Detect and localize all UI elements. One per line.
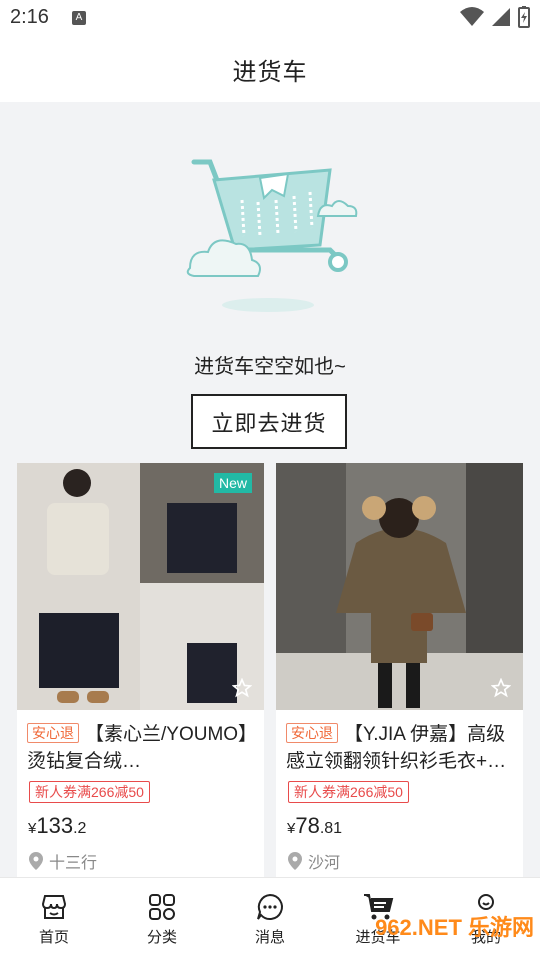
product-card[interactable]: New 安心退 【素心兰/YOUMO】烫钻复合绒… 新人券满266减50 ¥133… bbox=[17, 463, 264, 883]
location-pin-icon bbox=[288, 852, 302, 870]
location-pin-icon bbox=[29, 852, 43, 870]
tab-messages[interactable]: 消息 bbox=[216, 878, 324, 961]
notification-a-icon: A bbox=[72, 11, 86, 25]
product-image[interactable]: New bbox=[17, 463, 264, 710]
tab-label: 分类 bbox=[146, 929, 177, 946]
coupon-badge: 新人券满266减50 bbox=[29, 781, 150, 803]
category-icon bbox=[149, 894, 175, 920]
empty-cart-illustration-icon bbox=[186, 159, 358, 312]
product-image[interactable] bbox=[276, 463, 523, 710]
favorite-star-icon[interactable] bbox=[232, 678, 252, 698]
battery-icon bbox=[518, 6, 530, 28]
product-card[interactable]: 安心退 【Y.JIA 伊嘉】高级感立领翻领针织衫毛衣+… 新人券满266减50 ¥… bbox=[276, 463, 523, 883]
coupon-badge: 新人券满266减50 bbox=[288, 781, 409, 803]
signal-icon bbox=[492, 8, 510, 26]
status-bar: 2:16 A bbox=[0, 0, 540, 36]
go-shopping-button[interactable]: 立即去进货 bbox=[191, 394, 347, 449]
location: 沙河 bbox=[288, 849, 340, 873]
favorite-star-icon[interactable] bbox=[491, 678, 511, 698]
location: 十三行 bbox=[29, 849, 97, 873]
title-bar: 进货车 bbox=[0, 36, 540, 102]
safe-return-tag: 安心退 bbox=[286, 723, 338, 743]
price: ¥78.81 bbox=[287, 813, 342, 839]
page-title: 进货车 bbox=[232, 58, 308, 86]
wifi-icon bbox=[460, 7, 484, 26]
location-text: 沙河 bbox=[308, 855, 341, 872]
tab-label: 首页 bbox=[38, 929, 69, 946]
product-photo-icon bbox=[276, 463, 523, 710]
tab-home[interactable]: 首页 bbox=[0, 878, 108, 961]
watermark-logo: 962.NET 乐游网 bbox=[375, 915, 534, 940]
status-icons bbox=[460, 6, 530, 28]
safe-return-tag: 安心退 bbox=[27, 723, 79, 743]
price-integer: 133 bbox=[36, 813, 74, 838]
tab-category[interactable]: 分类 bbox=[108, 878, 216, 961]
price-decimal: .81 bbox=[319, 820, 343, 837]
product-title[interactable]: 安心退 【素心兰/YOUMO】烫钻复合绒… bbox=[27, 721, 257, 773]
price-decimal: .2 bbox=[73, 820, 87, 837]
tab-label: 消息 bbox=[254, 929, 285, 946]
status-time: 2:16 bbox=[10, 6, 49, 28]
product-photo-icon bbox=[17, 463, 264, 710]
product-title[interactable]: 安心退 【Y.JIA 伊嘉】高级感立领翻领针织衫毛衣+… bbox=[286, 721, 516, 773]
shop-icon bbox=[41, 895, 67, 919]
new-badge: New bbox=[213, 473, 252, 493]
price: ¥133.2 bbox=[28, 813, 86, 839]
location-text: 十三行 bbox=[49, 855, 98, 872]
message-icon bbox=[257, 893, 283, 920]
price-integer: 78 bbox=[295, 813, 320, 838]
empty-cart-message: 进货车空空如也~ bbox=[194, 356, 346, 378]
